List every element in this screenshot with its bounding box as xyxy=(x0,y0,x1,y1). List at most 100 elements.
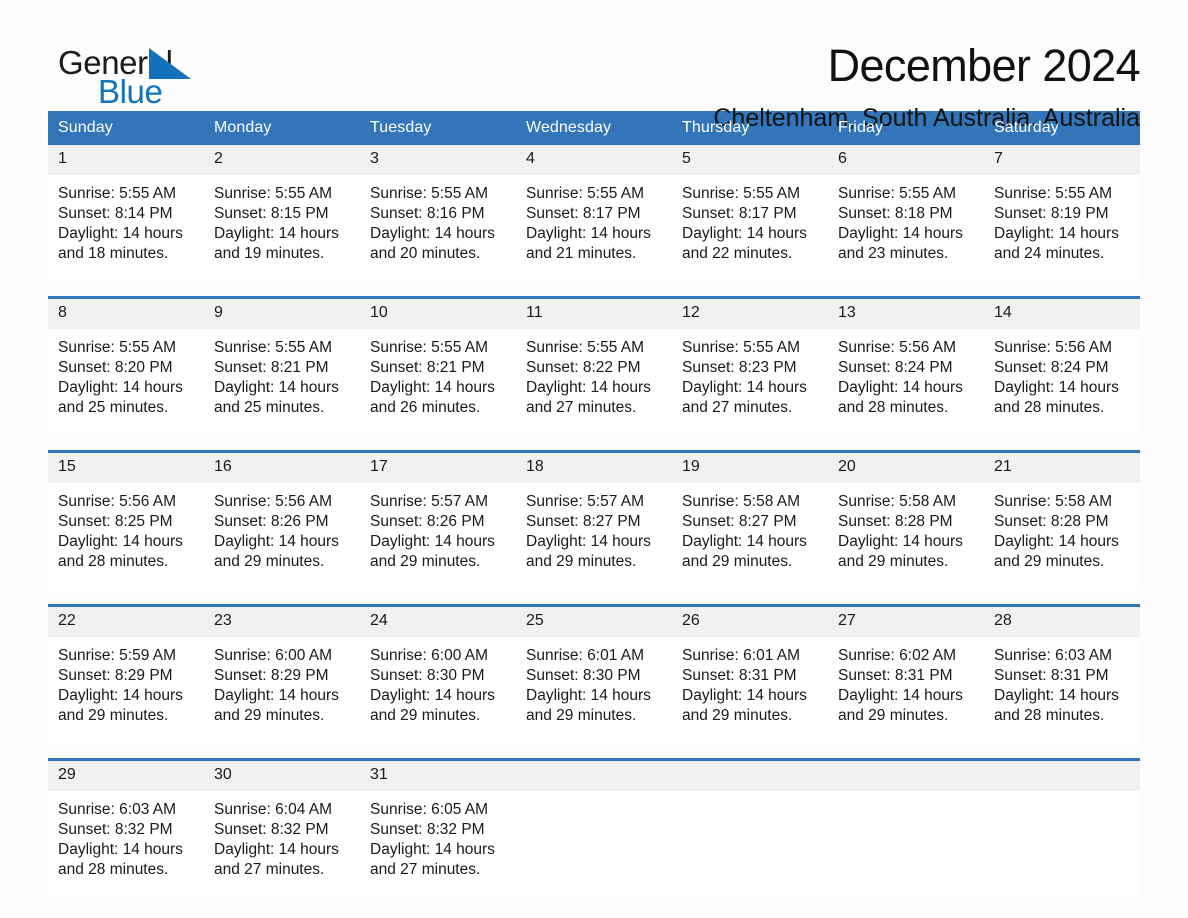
calendar-day-cell[interactable]: 28 Sunrise: 6:03 AM Sunset: 8:31 PM Dayligh… xyxy=(984,604,1140,744)
day-details: Sunrise: 5:58 AM Sunset: 8:28 PM Daylight:… xyxy=(984,483,1140,590)
calendar-day-cell[interactable]: 25 Sunrise: 6:01 AM Sunset: 8:30 PM Dayligh… xyxy=(516,604,672,744)
sunset-text: Sunset: 8:32 PM xyxy=(370,821,485,838)
daylight-text: Daylight: 14 hours and 29 minutes. xyxy=(370,687,495,724)
sunrise-text: Sunrise: 5:55 AM xyxy=(682,185,801,202)
sunrise-text: Sunrise: 5:55 AM xyxy=(214,185,333,202)
day-details: Sunrise: 5:55 AM Sunset: 8:15 PM Daylight:… xyxy=(204,175,360,282)
calendar-day-cell-empty xyxy=(672,758,828,898)
day-number: 18 xyxy=(516,453,672,483)
sunrise-text: Sunrise: 5:55 AM xyxy=(370,185,489,202)
calendar-day-cell[interactable]: 1 Sunrise: 5:55 AM Sunset: 8:14 PM Daylight… xyxy=(48,145,204,282)
sunset-text: Sunset: 8:26 PM xyxy=(214,513,329,530)
week-spacer-cell xyxy=(48,282,1140,298)
daylight-text: Daylight: 14 hours and 25 minutes. xyxy=(214,379,339,416)
sunrise-text: Sunrise: 6:01 AM xyxy=(682,647,801,664)
sunrise-text: Sunrise: 6:01 AM xyxy=(526,647,645,664)
sunset-text: Sunset: 8:16 PM xyxy=(370,205,485,222)
daylight-text: Daylight: 14 hours and 20 minutes. xyxy=(370,225,495,262)
daylight-text: Daylight: 14 hours and 18 minutes. xyxy=(58,225,183,262)
calendar-week-row: 29 Sunrise: 6:03 AM Sunset: 8:32 PM Dayligh… xyxy=(48,758,1140,898)
daylight-text: Daylight: 14 hours and 29 minutes. xyxy=(214,533,339,570)
sunset-text: Sunset: 8:32 PM xyxy=(58,821,173,838)
week-spacer-cell xyxy=(48,590,1140,606)
sunrise-text: Sunrise: 5:55 AM xyxy=(370,339,489,356)
sunrise-text: Sunrise: 6:00 AM xyxy=(370,647,489,664)
calendar-week-row: 22 Sunrise: 5:59 AM Sunset: 8:29 PM Dayligh… xyxy=(48,604,1140,744)
daylight-text: Daylight: 14 hours and 28 minutes. xyxy=(58,533,183,570)
daylight-text: Daylight: 14 hours and 27 minutes. xyxy=(526,379,651,416)
daylight-text: Daylight: 14 hours and 28 minutes. xyxy=(994,379,1119,416)
sunrise-text: Sunrise: 6:02 AM xyxy=(838,647,957,664)
daylight-text: Daylight: 14 hours and 28 minutes. xyxy=(994,687,1119,724)
calendar-day-cell[interactable]: 24 Sunrise: 6:00 AM Sunset: 8:30 PM Dayligh… xyxy=(360,604,516,744)
page-header: General Blue December 2024 Cheltenham, S… xyxy=(48,0,1141,133)
sunset-text: Sunset: 8:18 PM xyxy=(838,205,953,222)
sunrise-text: Sunrise: 5:55 AM xyxy=(838,185,957,202)
day-details: Sunrise: 6:04 AM Sunset: 8:32 PM Daylight:… xyxy=(204,791,360,898)
calendar-day-cell[interactable]: 18 Sunrise: 5:57 AM Sunset: 8:27 PM Dayligh… xyxy=(516,450,672,590)
daylight-text: Daylight: 14 hours and 28 minutes. xyxy=(838,379,963,416)
calendar-day-cell[interactable]: 19 Sunrise: 5:58 AM Sunset: 8:27 PM Dayligh… xyxy=(672,450,828,590)
sunset-text: Sunset: 8:28 PM xyxy=(994,513,1109,530)
daylight-text: Daylight: 14 hours and 19 minutes. xyxy=(214,225,339,262)
calendar-day-cell[interactable]: 20 Sunrise: 5:58 AM Sunset: 8:28 PM Dayligh… xyxy=(828,450,984,590)
day-number: 17 xyxy=(360,453,516,483)
day-number: 19 xyxy=(672,453,828,483)
day-details: Sunrise: 5:58 AM Sunset: 8:28 PM Daylight:… xyxy=(828,483,984,590)
calendar-day-cell[interactable]: 17 Sunrise: 5:57 AM Sunset: 8:26 PM Dayligh… xyxy=(360,450,516,590)
calendar-day-cell[interactable]: 27 Sunrise: 6:02 AM Sunset: 8:31 PM Dayligh… xyxy=(828,604,984,744)
calendar-day-cell[interactable]: 12 Sunrise: 5:55 AM Sunset: 8:23 PM Dayligh… xyxy=(672,296,828,436)
calendar-page: General Blue December 2024 Cheltenham, S… xyxy=(0,0,1188,918)
sunset-text: Sunset: 8:19 PM xyxy=(994,205,1109,222)
week-spacer-cell xyxy=(48,744,1140,760)
calendar-day-cell[interactable]: 30 Sunrise: 6:04 AM Sunset: 8:32 PM Dayligh… xyxy=(204,758,360,898)
day-details: Sunrise: 6:01 AM Sunset: 8:31 PM Daylight:… xyxy=(672,637,828,744)
calendar-day-cell[interactable]: 4 Sunrise: 5:55 AM Sunset: 8:17 PM Daylight… xyxy=(516,145,672,282)
day-number: 20 xyxy=(828,453,984,483)
calendar-day-cell[interactable]: 21 Sunrise: 5:58 AM Sunset: 8:28 PM Dayligh… xyxy=(984,450,1140,590)
day-number: 22 xyxy=(48,607,204,637)
calendar-week-row: 8 Sunrise: 5:55 AM Sunset: 8:20 PM Daylight… xyxy=(48,296,1140,436)
day-details: Sunrise: 5:55 AM Sunset: 8:23 PM Daylight:… xyxy=(672,329,828,436)
calendar-day-cell[interactable]: 6 Sunrise: 5:55 AM Sunset: 8:18 PM Daylight… xyxy=(828,145,984,282)
sunrise-text: Sunrise: 5:57 AM xyxy=(526,493,645,510)
calendar-day-cell[interactable]: 5 Sunrise: 5:55 AM Sunset: 8:17 PM Daylight… xyxy=(672,145,828,282)
calendar-day-cell[interactable]: 10 Sunrise: 5:55 AM Sunset: 8:21 PM Dayligh… xyxy=(360,296,516,436)
calendar-day-cell[interactable]: 8 Sunrise: 5:55 AM Sunset: 8:20 PM Daylight… xyxy=(48,296,204,436)
sunset-text: Sunset: 8:20 PM xyxy=(58,359,173,376)
calendar-day-cell[interactable]: 22 Sunrise: 5:59 AM Sunset: 8:29 PM Dayligh… xyxy=(48,604,204,744)
sunrise-text: Sunrise: 5:58 AM xyxy=(682,493,801,510)
calendar-day-cell[interactable]: 13 Sunrise: 5:56 AM Sunset: 8:24 PM Dayligh… xyxy=(828,296,984,436)
calendar-day-cell[interactable]: 3 Sunrise: 5:55 AM Sunset: 8:16 PM Daylight… xyxy=(360,145,516,282)
day-details: Sunrise: 5:55 AM Sunset: 8:20 PM Daylight:… xyxy=(48,329,204,436)
sunrise-text: Sunrise: 5:55 AM xyxy=(994,185,1113,202)
calendar-day-cell[interactable]: 14 Sunrise: 5:56 AM Sunset: 8:24 PM Dayligh… xyxy=(984,296,1140,436)
calendar-day-cell[interactable]: 31 Sunrise: 6:05 AM Sunset: 8:32 PM Dayligh… xyxy=(360,758,516,898)
day-number: 7 xyxy=(984,145,1140,175)
calendar-day-cell[interactable]: 9 Sunrise: 5:55 AM Sunset: 8:21 PM Daylight… xyxy=(204,296,360,436)
calendar-day-cell[interactable]: 15 Sunrise: 5:56 AM Sunset: 8:25 PM Dayligh… xyxy=(48,450,204,590)
sunset-text: Sunset: 8:23 PM xyxy=(682,359,797,376)
day-number: 13 xyxy=(828,299,984,329)
day-details: Sunrise: 5:55 AM Sunset: 8:16 PM Daylight:… xyxy=(360,175,516,282)
calendar-day-cell[interactable]: 16 Sunrise: 5:56 AM Sunset: 8:26 PM Dayligh… xyxy=(204,450,360,590)
sunrise-text: Sunrise: 5:57 AM xyxy=(370,493,489,510)
day-number: 10 xyxy=(360,299,516,329)
sunrise-text: Sunrise: 6:00 AM xyxy=(214,647,333,664)
calendar-day-cell[interactable]: 26 Sunrise: 6:01 AM Sunset: 8:31 PM Dayligh… xyxy=(672,604,828,744)
day-number: 4 xyxy=(516,145,672,175)
calendar-day-cell[interactable]: 29 Sunrise: 6:03 AM Sunset: 8:32 PM Dayligh… xyxy=(48,758,204,898)
sunset-text: Sunset: 8:17 PM xyxy=(526,205,641,222)
day-number: 25 xyxy=(516,607,672,637)
day-details xyxy=(984,791,1140,898)
calendar-day-cell[interactable]: 23 Sunrise: 6:00 AM Sunset: 8:29 PM Dayligh… xyxy=(204,604,360,744)
day-number xyxy=(984,761,1140,791)
calendar-day-cell[interactable]: 7 Sunrise: 5:55 AM Sunset: 8:19 PM Daylight… xyxy=(984,145,1140,282)
sunrise-text: Sunrise: 5:58 AM xyxy=(994,493,1113,510)
calendar-day-cell[interactable]: 2 Sunrise: 5:55 AM Sunset: 8:15 PM Daylight… xyxy=(204,145,360,282)
week-spacer xyxy=(48,436,1140,452)
daylight-text: Daylight: 14 hours and 29 minutes. xyxy=(838,533,963,570)
daylight-text: Daylight: 14 hours and 24 minutes. xyxy=(994,225,1119,262)
sunrise-text: Sunrise: 5:55 AM xyxy=(214,339,333,356)
calendar-day-cell[interactable]: 11 Sunrise: 5:55 AM Sunset: 8:22 PM Dayligh… xyxy=(516,296,672,436)
